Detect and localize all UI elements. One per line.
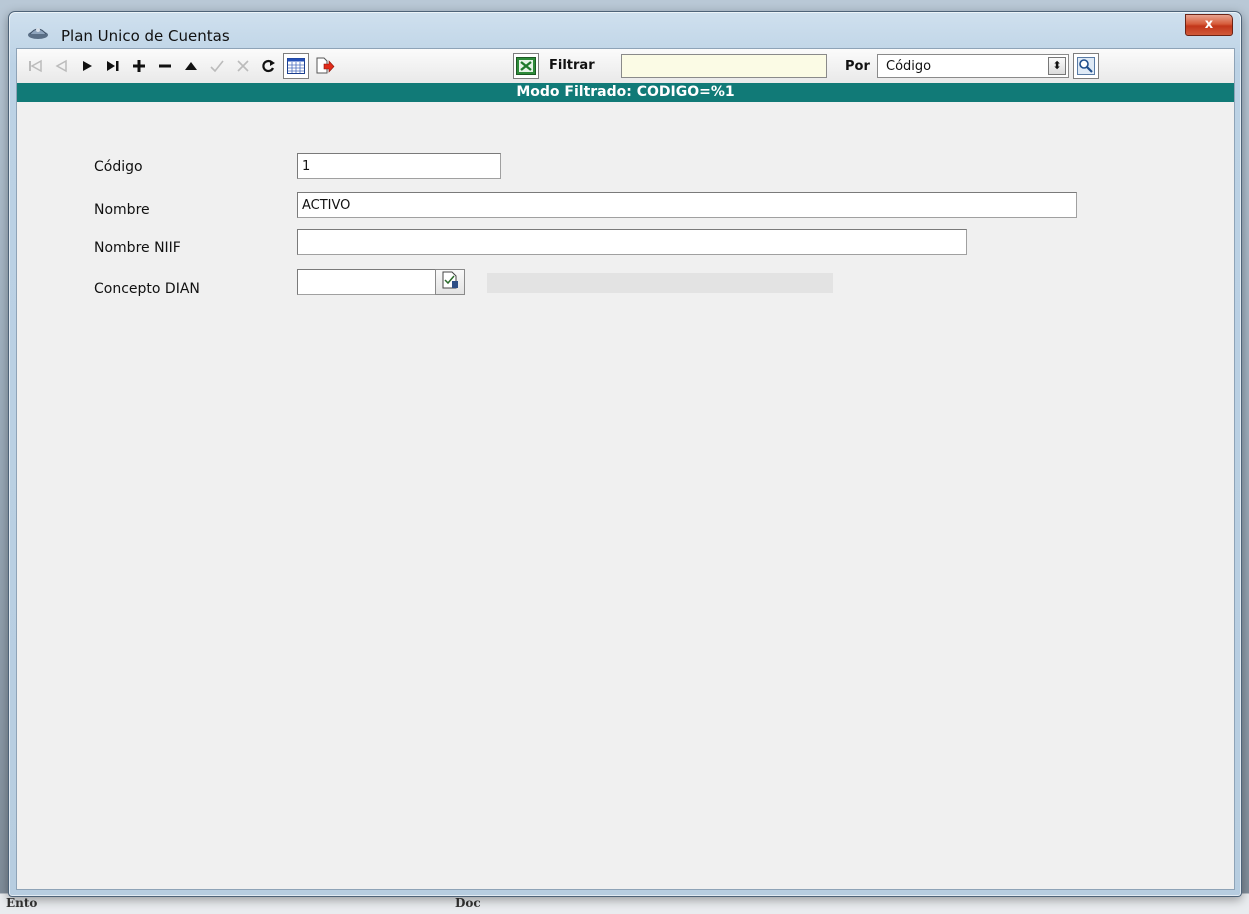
filter-by-label: Por (845, 59, 870, 74)
concepto-dian-label: Concepto DIAN (94, 281, 200, 297)
excel-icon (516, 57, 536, 75)
codigo-label: Código (94, 159, 143, 175)
post-edit-icon (210, 60, 224, 72)
plan-unico-window: Plan Unico de Cuentas x Filtrar Por Códi… (8, 11, 1242, 897)
next-record-icon (81, 60, 93, 72)
next-record-button[interactable] (75, 54, 99, 78)
concepto-dian-description (487, 273, 833, 293)
nombre-niif-field[interactable] (297, 229, 967, 255)
cancel-edit-button[interactable] (231, 54, 255, 78)
concepto-dian-field[interactable] (297, 269, 437, 295)
edit-record-icon (185, 61, 197, 71)
lookup-icon (441, 271, 459, 293)
excel-export-button[interactable] (513, 53, 539, 79)
filter-by-selected-value: Código (886, 59, 932, 74)
cancel-edit-icon (237, 60, 249, 72)
insert-record-icon (133, 60, 145, 72)
previous-record-button[interactable] (49, 54, 73, 78)
background-fragment-2: Doc (455, 896, 481, 910)
grid-view-icon (287, 58, 305, 74)
refresh-button[interactable] (257, 54, 281, 78)
filter-by-select[interactable]: Código ⬍ (877, 54, 1069, 78)
edit-record-button[interactable] (179, 54, 203, 78)
last-record-icon (106, 60, 120, 72)
export-button[interactable] (313, 54, 337, 78)
navigator-toolbar: Filtrar Por Código ⬍ (17, 49, 1234, 83)
search-button[interactable] (1073, 53, 1099, 79)
app-icon (27, 24, 49, 40)
nombre-niif-label: Nombre NIIF (94, 240, 181, 256)
nombre-label: Nombre (94, 202, 150, 218)
select-arrows-icon[interactable]: ⬍ (1048, 57, 1066, 75)
codigo-field[interactable] (297, 153, 501, 179)
window-client-area: Filtrar Por Código ⬍ Modo Filtrado: CODI… (16, 48, 1235, 890)
delete-record-icon (159, 60, 171, 72)
delete-record-button[interactable] (153, 54, 177, 78)
filter-input[interactable] (621, 54, 827, 78)
insert-record-button[interactable] (127, 54, 151, 78)
last-record-button[interactable] (101, 54, 125, 78)
export-icon (315, 57, 335, 75)
filter-label: Filtrar (549, 58, 595, 73)
previous-record-icon (54, 59, 68, 73)
first-record-button[interactable] (23, 54, 47, 78)
search-icon (1077, 57, 1095, 75)
refresh-icon (262, 59, 276, 73)
grid-view-button[interactable] (283, 53, 309, 79)
window-titlebar[interactable]: Plan Unico de Cuentas x (9, 12, 1241, 50)
post-edit-button[interactable] (205, 54, 229, 78)
filter-mode-banner: Modo Filtrado: CODIGO=%1 (17, 83, 1234, 102)
first-record-icon (27, 59, 43, 73)
concepto-dian-lookup-button[interactable] (435, 269, 465, 295)
background-fragment-1: Ento (6, 896, 38, 910)
close-button[interactable]: x (1185, 14, 1233, 36)
window-title: Plan Unico de Cuentas (61, 27, 230, 45)
nombre-field[interactable] (297, 192, 1077, 218)
